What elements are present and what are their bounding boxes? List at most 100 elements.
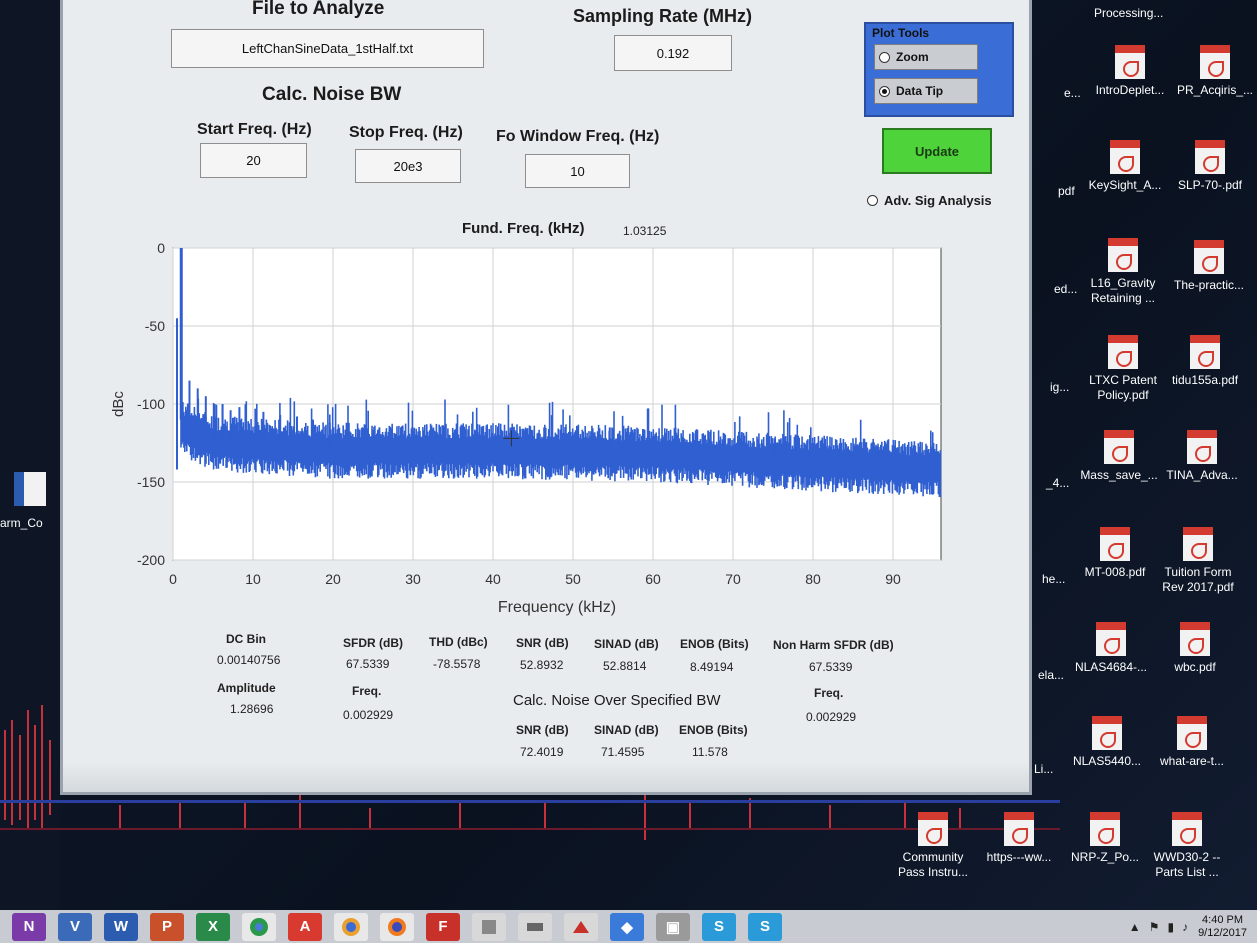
y-tick-label: -50 — [145, 318, 165, 334]
dropbox-icon[interactable]: ◆ — [610, 912, 644, 941]
desktop-pdf-icon[interactable]: TINA_Adva... — [1157, 430, 1247, 483]
snr-value: 52.8932 — [520, 658, 564, 672]
skype-icon[interactable]: S — [702, 912, 736, 941]
desktop-pdf-icon[interactable]: WWD30-2 -- Parts List ... — [1142, 812, 1232, 880]
non-harm-freq-value: 0.002929 — [806, 710, 857, 724]
desktop-pdf-icon[interactable]: The-practic... — [1164, 240, 1254, 293]
desktop-pdf-icon[interactable]: KeySight_A... — [1080, 140, 1170, 193]
desktop-pdf-icon[interactable]: LTXC Patent Policy.pdf — [1078, 335, 1168, 403]
onenote-icon[interactable]: N — [12, 912, 46, 941]
battery-icon[interactable]: ▮ — [1167, 920, 1174, 934]
pdf-icon — [1172, 812, 1202, 846]
desktop-pdf-icon[interactable]: tidu155a.pdf — [1160, 335, 1250, 388]
speaker-icon[interactable]: ♪ — [1182, 920, 1188, 934]
bw-enob-label: ENOB (Bits) — [679, 723, 748, 737]
dc-bin-value: 0.00140756 — [217, 653, 281, 667]
x-tick-label: 10 — [245, 571, 261, 587]
y-tick-label: -100 — [137, 396, 165, 412]
clock-time: 4:40 PM — [1202, 913, 1244, 926]
clock-date: 9/12/2017 — [1198, 926, 1247, 939]
bw-snr-label: SNR (dB) — [516, 723, 569, 737]
desktop-icon-label: ed... — [1054, 282, 1078, 296]
desktop-icon-label: arm_Co — [0, 516, 43, 530]
matlab-icon[interactable] — [564, 912, 598, 941]
desktop-icon-label: ela... — [1038, 668, 1065, 682]
excel-icon[interactable]: X — [196, 912, 230, 941]
desktop-pdf-icon[interactable]: https---ww... — [974, 812, 1064, 865]
desktop-pdf-icon[interactable]: Tuition Form Rev 2017.pdf — [1153, 527, 1243, 595]
thd-label: THD (dBc) — [429, 635, 488, 649]
x-tick-label: 30 — [405, 571, 421, 587]
desktop-pdf-icon[interactable]: IntroDeplet... — [1085, 45, 1175, 98]
app-icon[interactable]: ▣ — [656, 912, 690, 941]
bw-enob-value: 11.578 — [692, 745, 728, 759]
pdf-icon — [1100, 527, 1130, 561]
pdf-icon — [1194, 240, 1224, 274]
desktop-pdf-icon[interactable]: MT-008.pdf — [1070, 527, 1160, 580]
word-document-icon[interactable] — [14, 472, 46, 506]
pdf-icon — [918, 812, 948, 846]
visio-icon[interactable]: V — [58, 912, 92, 941]
desktop-icon-label: he... — [1042, 572, 1066, 586]
x-tick-label: 20 — [325, 571, 341, 587]
desktop-pdf-icon[interactable]: Community Pass Instru... — [888, 812, 978, 880]
firefox-icon[interactable] — [380, 912, 414, 941]
pdf-icon — [1104, 430, 1134, 464]
desktop-icon-label: Processing... — [1094, 6, 1164, 20]
desktop-pdf-icon[interactable]: PR_Acqiris_... — [1170, 45, 1257, 98]
network-icon[interactable] — [518, 912, 552, 941]
pdf-icon — [1108, 238, 1138, 272]
desktop-icon-label: ig... — [1050, 380, 1070, 394]
desktop-icon-label: _4... — [1046, 476, 1070, 490]
flag-icon[interactable]: ⚑ — [1149, 920, 1160, 934]
thd-value: -78.5578 — [433, 657, 481, 671]
pdf-icon — [1180, 622, 1210, 656]
pdf-icon — [1004, 812, 1034, 846]
x-tick-label: 50 — [565, 571, 581, 587]
enob-value: 8.49194 — [690, 660, 734, 674]
signal-analyzer-window: File to Analyze LeftChanSineData_1stHalf… — [60, 0, 1032, 795]
desktop-pdf-icon[interactable]: NLAS4684-... — [1066, 622, 1156, 675]
system-tray: ▲ ⚑ ▮ ♪ 4:40 PM 9/12/2017 — [1129, 910, 1247, 943]
sinad-label: SINAD (dB) — [594, 637, 659, 651]
filezilla-icon[interactable]: F — [426, 912, 460, 941]
pdf-icon — [1092, 716, 1122, 750]
desktop-icon-label: Li... — [1034, 762, 1054, 776]
clock[interactable]: 4:40 PM 9/12/2017 — [1198, 914, 1247, 940]
acrobat-icon[interactable]: A — [288, 912, 322, 941]
desktop-pdf-icon[interactable]: what-are-t... — [1147, 716, 1237, 769]
noise-bw-heading: Calc. Noise Over Specified BW — [513, 692, 721, 709]
dc-bin-label: DC Bin — [226, 632, 266, 646]
pdf-icon — [1195, 140, 1225, 174]
pdf-icon — [1187, 430, 1217, 464]
sfdr-freq-value: 0.002929 — [343, 708, 394, 722]
x-tick-label: 80 — [805, 571, 821, 587]
desktop-icon-label: pdf — [1058, 184, 1075, 198]
browser-icon[interactable] — [334, 912, 368, 941]
y-tick-label: -150 — [137, 474, 165, 490]
x-axis-label: Frequency (kHz) — [498, 599, 616, 616]
skype-icon[interactable]: S — [748, 912, 782, 941]
powerpoint-icon[interactable]: P — [150, 912, 184, 941]
bw-sinad-value: 71.4595 — [601, 745, 645, 759]
app-icon[interactable] — [472, 912, 506, 941]
non-harm-sfdr-label: Non Harm SFDR (dB) — [773, 638, 894, 652]
chrome-icon[interactable] — [242, 912, 276, 941]
desktop-pdf-icon[interactable]: NRP-Z_Po... — [1060, 812, 1150, 865]
spectrum-plot[interactable]: 0 10 20 30 40 50 60 70 80 90 0 -50 -100 -150 -200 Frequ… — [63, 0, 1035, 620]
desktop-pdf-icon[interactable]: wbc.pdf — [1150, 622, 1240, 675]
y-axis-label: dBc — [110, 391, 127, 417]
amplitude-value: 1.28696 — [230, 702, 274, 716]
chevron-up-icon[interactable]: ▲ — [1129, 920, 1141, 934]
desktop-pdf-icon[interactable]: L16_Gravity Retaining ... — [1078, 238, 1168, 306]
x-tick-label: 60 — [645, 571, 661, 587]
desktop-icon-label: e... — [1064, 86, 1081, 100]
enob-label: ENOB (Bits) — [680, 637, 749, 651]
word-icon[interactable]: W — [104, 912, 138, 941]
y-tick-label: 0 — [157, 240, 165, 256]
desktop-pdf-icon[interactable]: SLP-70-.pdf — [1165, 140, 1255, 193]
taskbar: N V W P X A F ◆ ▣ S S ▲ ⚑ ▮ ♪ 4:40 PM 9/… — [0, 910, 1257, 943]
desktop-pdf-icon[interactable]: NLAS5440... — [1062, 716, 1152, 769]
pdf-icon — [1096, 622, 1126, 656]
desktop-pdf-icon[interactable]: Mass_save_... — [1074, 430, 1164, 483]
